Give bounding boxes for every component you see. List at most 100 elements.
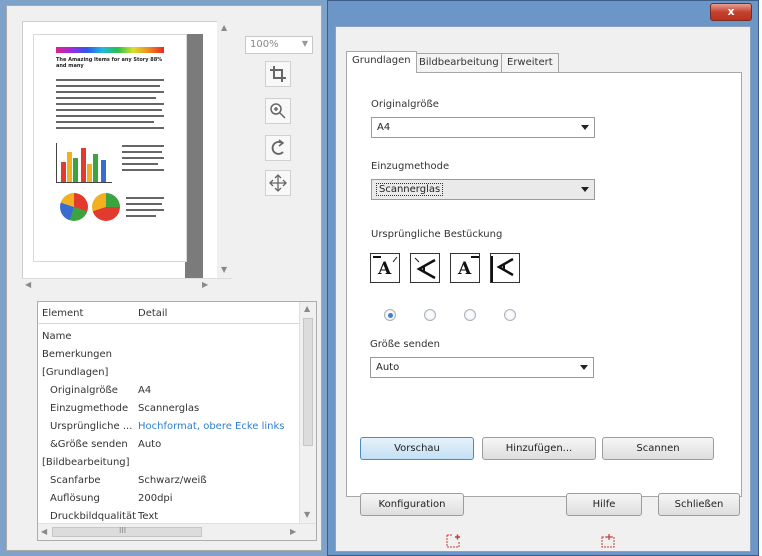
table-row[interactable]: Bemerkungen bbox=[38, 346, 300, 364]
column-header-detail[interactable]: Detail bbox=[138, 308, 167, 319]
rotate-icon bbox=[271, 139, 285, 155]
detail-vertical-scrollbar[interactable]: ▲ ▼ bbox=[299, 302, 316, 524]
table-row[interactable]: [Bildbearbeitung] bbox=[38, 454, 300, 472]
scroll-grip: III bbox=[119, 526, 127, 535]
zoom-level-value: 100% bbox=[250, 39, 279, 50]
bestueckung-label: Ursprüngliche Bestückung bbox=[371, 229, 503, 240]
scan-settings-dialog: x Grundlagen Bildbearbeitung Erweitert O… bbox=[327, 0, 759, 556]
mini-bar bbox=[93, 154, 98, 182]
preview-horizontal-scrollbar[interactable]: ◀ ▶ bbox=[22, 278, 232, 292]
corner-marker-icon bbox=[471, 256, 479, 258]
table-row[interactable]: Scanfarbe Schwarz/weiß bbox=[38, 472, 300, 490]
chevron-down-icon: ▼ bbox=[301, 39, 308, 48]
scrollbar-thumb[interactable] bbox=[303, 318, 313, 446]
preview-vertical-scrollbar[interactable]: ▲ ▼ bbox=[217, 21, 232, 279]
scroll-right-arrow-icon[interactable]: ▶ bbox=[290, 527, 296, 536]
text-line bbox=[122, 151, 162, 153]
row-element: Scanfarbe bbox=[50, 475, 101, 486]
scanned-page-thumbnail: The Amazing Items for any Story 88% and … bbox=[33, 34, 187, 262]
detail-list-header: Element Detail bbox=[38, 302, 300, 324]
groesse-senden-select[interactable]: Auto bbox=[370, 357, 594, 378]
tab-erweitert[interactable]: Erweitert bbox=[501, 53, 559, 73]
add-scan-area-icon[interactable] bbox=[445, 533, 461, 549]
rotate-button[interactable] bbox=[265, 135, 291, 161]
scroll-up-arrow-icon[interactable]: ▲ bbox=[221, 23, 227, 32]
crop-button[interactable] bbox=[265, 61, 291, 87]
landscape-a-icon bbox=[491, 256, 514, 282]
schliessen-button[interactable]: Schließen bbox=[658, 493, 740, 516]
vorschau-button[interactable]: Vorschau bbox=[360, 437, 474, 460]
mini-bar bbox=[67, 152, 72, 182]
scroll-left-arrow-icon[interactable]: ◀ bbox=[25, 280, 31, 289]
scroll-up-arrow-icon[interactable]: ▲ bbox=[304, 304, 310, 313]
mini-bar bbox=[87, 164, 92, 182]
chevron-down-icon bbox=[580, 365, 588, 370]
text-line bbox=[122, 163, 158, 165]
text-line bbox=[56, 127, 164, 129]
konfiguration-button[interactable]: Konfiguration bbox=[360, 493, 464, 516]
orientation-portrait-top-right[interactable]: A bbox=[450, 253, 480, 283]
remove-scan-area-icon[interactable] bbox=[600, 533, 616, 549]
orientation-radio-2[interactable] bbox=[424, 309, 436, 321]
tab-panel-grundlagen: Originalgröße A4 Einzugmethode Scannergl… bbox=[346, 72, 742, 497]
text-line bbox=[56, 91, 164, 93]
orientation-radio-4[interactable] bbox=[504, 309, 516, 321]
orientation-portrait-top-left[interactable]: A bbox=[370, 253, 400, 283]
scroll-right-arrow-icon[interactable]: ▶ bbox=[202, 280, 208, 289]
table-row[interactable]: [Grundlagen] bbox=[38, 364, 300, 382]
scroll-left-arrow-icon[interactable]: ◀ bbox=[41, 527, 47, 536]
text-line bbox=[122, 169, 164, 171]
table-row[interactable]: Name bbox=[38, 328, 300, 346]
row-detail: Text bbox=[138, 511, 159, 522]
row-detail: Hochformat, obere Ecke links bbox=[138, 421, 285, 432]
table-row[interactable]: Einzugmethode Scannerglas bbox=[38, 400, 300, 418]
table-row[interactable]: Auflösung 200dpi bbox=[38, 490, 300, 508]
tab-grundlagen[interactable]: Grundlagen bbox=[346, 51, 417, 73]
corner-marker-icon bbox=[373, 256, 398, 263]
page-shadow bbox=[185, 34, 203, 289]
row-element: Auflösung bbox=[50, 493, 100, 504]
scannen-button[interactable]: Scannen bbox=[602, 437, 714, 460]
text-line bbox=[126, 209, 164, 211]
page-pie-thumbnail bbox=[60, 193, 88, 221]
detail-horizontal-scrollbar[interactable]: ◀ III ▶ bbox=[38, 523, 316, 540]
einzugmethode-label: Einzugmethode bbox=[371, 161, 450, 172]
row-element: Druckbildqualität bbox=[50, 511, 137, 522]
scrollbar-thumb[interactable]: III bbox=[52, 526, 202, 537]
text-line bbox=[56, 121, 154, 123]
hinzufuegen-button[interactable]: Hinzufügen... bbox=[482, 437, 596, 460]
text-line bbox=[126, 197, 164, 199]
originalgroesse-select[interactable]: A4 bbox=[371, 117, 595, 138]
row-element: Bemerkungen bbox=[42, 349, 113, 360]
close-button[interactable]: x bbox=[710, 3, 752, 21]
preview-canvas[interactable]: The Amazing Items for any Story 88% and … bbox=[22, 21, 232, 289]
einzugmethode-select[interactable]: Scannerglas bbox=[371, 179, 595, 200]
zoom-in-icon bbox=[270, 103, 286, 119]
table-row[interactable]: Originalgröße A4 bbox=[38, 382, 300, 400]
zoom-level-select[interactable]: 100% ▼ bbox=[245, 36, 313, 54]
column-header-element[interactable]: Element bbox=[42, 308, 83, 319]
chevron-down-icon bbox=[581, 125, 589, 130]
orientation-radio-1[interactable] bbox=[384, 309, 396, 321]
mini-bar bbox=[61, 162, 66, 182]
move-button[interactable] bbox=[265, 170, 291, 196]
tab-bildbearbeitung[interactable]: Bildbearbeitung bbox=[413, 53, 505, 73]
orientation-landscape-top-right[interactable] bbox=[490, 253, 520, 283]
scroll-down-arrow-icon[interactable]: ▼ bbox=[221, 265, 227, 274]
scroll-down-arrow-icon[interactable]: ▼ bbox=[304, 510, 310, 519]
zoom-in-button[interactable] bbox=[265, 98, 291, 124]
row-detail: Scannerglas bbox=[138, 403, 200, 414]
page-color-band bbox=[56, 47, 164, 53]
hilfe-button[interactable]: Hilfe bbox=[566, 493, 642, 516]
text-line bbox=[56, 97, 156, 99]
preview-window-frame: The Amazing Items for any Story 88% and … bbox=[0, 0, 328, 556]
page-headline: The Amazing Items for any Story 88% and … bbox=[56, 57, 163, 69]
orientation-radio-3[interactable] bbox=[464, 309, 476, 321]
table-row[interactable]: Ursprüngliche ... Hochformat, obere Ecke … bbox=[38, 418, 300, 436]
table-row[interactable]: &Größe senden Auto bbox=[38, 436, 300, 454]
settings-detail-list[interactable]: Element Detail Name Bemerkungen [Grundlage… bbox=[37, 301, 317, 541]
text-line bbox=[126, 215, 156, 217]
orientation-landscape-top-left[interactable] bbox=[410, 253, 440, 283]
row-element: Name bbox=[42, 331, 72, 342]
page-pie-thumbnail bbox=[92, 193, 120, 221]
